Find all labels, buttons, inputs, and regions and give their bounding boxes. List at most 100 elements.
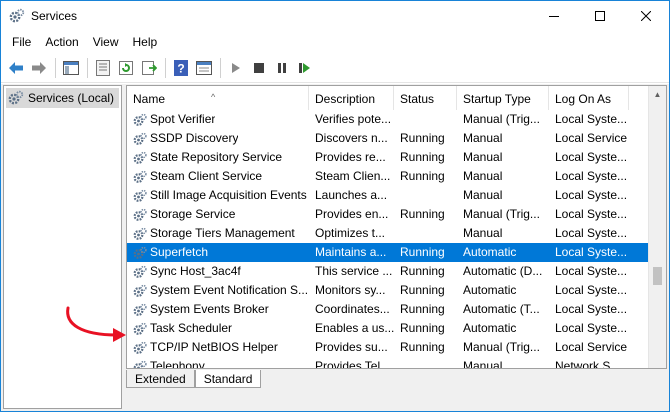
service-description-cell: Steam Clien... [315, 169, 391, 183]
service-name-cell: Storage Tiers Management [127, 224, 309, 243]
tree-item-services-local[interactable]: Services (Local) [6, 88, 119, 108]
close-button[interactable] [623, 1, 669, 31]
refresh-button[interactable] [115, 57, 137, 79]
column-header-label: Name [133, 92, 166, 106]
tab-extended[interactable]: Extended [126, 370, 195, 388]
service-gear-icon [133, 265, 147, 278]
table-row[interactable]: Task Scheduler Enables a us... Running Auto… [127, 319, 652, 338]
service-gear-icon [133, 246, 147, 259]
vertical-scrollbar[interactable]: ▲ [648, 86, 666, 368]
service-description-cell: Discovers n... [315, 131, 388, 145]
table-row[interactable]: SSDP Discovery Discovers n... Running Manua… [127, 129, 652, 148]
toolbar-separator [55, 57, 56, 78]
menu-action[interactable]: Action [38, 31, 85, 53]
service-startup-cell: Manual (Trig... [463, 340, 540, 354]
service-name: State Repository Service [150, 150, 283, 164]
minimize-button[interactable] [531, 1, 577, 31]
service-name-cell: System Events Broker [127, 300, 309, 319]
service-startup-cell: Manual [463, 359, 503, 369]
menu-view[interactable]: View [86, 31, 126, 53]
service-startup-cell: Automatic [463, 283, 517, 297]
service-status-cell: Running [400, 150, 445, 164]
table-row[interactable]: State Repository Service Provides re... Ru… [127, 148, 652, 167]
scrollbar-thumb[interactable] [653, 267, 662, 285]
service-status-cell: Running [400, 207, 445, 221]
restart-service-button[interactable] [294, 57, 316, 79]
column-header-log-on-as[interactable]: Log On As [549, 86, 629, 110]
service-status-cell [394, 110, 457, 129]
service-gear-icon [133, 208, 147, 221]
title-bar[interactable]: Services [1, 1, 669, 31]
service-logon-cell: Local Syste... [555, 150, 628, 164]
pause-icon [278, 62, 286, 73]
table-row[interactable]: Telephony Provides Tel... Manual Network S.… [127, 357, 652, 369]
services-list-pane: Name ^ Description Status Startup Type L… [126, 85, 667, 409]
table-row[interactable]: System Events Broker Coordinates... Runnin… [127, 300, 652, 319]
service-name-cell: State Repository Service [127, 148, 309, 167]
service-description-cell: Maintains a... [315, 245, 387, 259]
service-name-cell: SSDP Discovery [127, 129, 309, 148]
maximize-button[interactable] [577, 1, 623, 31]
services-list: Name ^ Description Status Startup Type L… [126, 85, 667, 369]
table-row[interactable]: System Event Notification S... Monitors s… [127, 281, 652, 300]
table-row[interactable]: Sync Host_3ac4f This service ... Running Au… [127, 262, 652, 281]
services-gear-icon [9, 8, 25, 24]
maximize-icon [595, 11, 605, 21]
service-status-cell [394, 357, 457, 368]
column-header-status[interactable]: Status [394, 86, 457, 110]
service-name: Storage Tiers Management [150, 226, 295, 240]
scroll-up-arrow-icon[interactable]: ▲ [649, 86, 666, 103]
service-startup-cell: Manual [463, 188, 503, 202]
table-row[interactable]: Storage Tiers Management Optimizes t... Ma… [127, 224, 652, 243]
service-startup-cell: Automatic [463, 245, 517, 259]
service-name: Spot Verifier [150, 112, 216, 126]
pause-service-button[interactable] [271, 57, 293, 79]
table-row[interactable]: Spot Verifier Verifies pote... Manual (Tri… [127, 110, 652, 129]
column-header-name[interactable]: Name ^ [127, 86, 309, 110]
service-startup-cell: Manual [463, 150, 503, 164]
service-name-cell: System Event Notification S... [127, 281, 309, 300]
table-row[interactable]: TCP/IP NetBIOS Helper Provides su... Runni… [127, 338, 652, 357]
service-gear-icon [133, 341, 147, 354]
service-logon-cell: Local Syste... [555, 264, 628, 278]
menu-help[interactable]: Help [126, 31, 165, 53]
services-window: Services File Action View Help ? Service… [0, 0, 670, 412]
help-icon: ? [174, 59, 188, 76]
table-row[interactable]: Still Image Acquisition Events Launches a… [127, 186, 652, 205]
view-tabs: Extended Standard [126, 370, 262, 390]
properties-button[interactable] [92, 57, 114, 79]
service-name-cell: Spot Verifier [127, 110, 309, 129]
view-icon [196, 60, 212, 75]
toolbar-separator [165, 57, 166, 78]
tab-standard[interactable]: Standard [194, 370, 262, 388]
column-header-row: Name ^ Description Status Startup Type L… [127, 86, 652, 110]
back-button[interactable] [5, 57, 27, 79]
service-name: Storage Service [150, 207, 236, 221]
stop-service-button[interactable] [248, 57, 270, 79]
service-gear-icon [133, 360, 147, 368]
service-gear-icon [133, 132, 147, 145]
export-list-button[interactable] [138, 57, 160, 79]
start-service-button[interactable] [225, 57, 247, 79]
help-button[interactable]: ? [170, 57, 192, 79]
table-row[interactable]: Steam Client Service Steam Clien... Runnin… [127, 167, 652, 186]
service-name: SSDP Discovery [150, 131, 239, 145]
forward-button[interactable] [28, 57, 50, 79]
console-tree-button[interactable] [60, 57, 82, 79]
service-description-cell: Provides Tel... [315, 359, 391, 369]
service-description-cell: Coordinates... [315, 302, 390, 316]
service-gear-icon [133, 284, 147, 297]
table-row[interactable]: Superfetch Maintains a... Running Automatic… [127, 243, 652, 262]
service-name-cell: Storage Service [127, 205, 309, 224]
service-gear-icon [133, 189, 147, 202]
view-button[interactable] [193, 57, 215, 79]
menu-file[interactable]: File [5, 31, 38, 53]
column-header-description[interactable]: Description [309, 86, 394, 110]
service-status-cell: Running [400, 169, 445, 183]
column-header-startup-type[interactable]: Startup Type [457, 86, 549, 110]
service-name-cell: Telephony [127, 357, 309, 368]
table-row[interactable]: Storage Service Provides en... Running Manu… [127, 205, 652, 224]
service-name: Sync Host_3ac4f [150, 264, 241, 278]
service-name: Superfetch [150, 245, 209, 259]
service-status-cell: Running [400, 302, 445, 316]
